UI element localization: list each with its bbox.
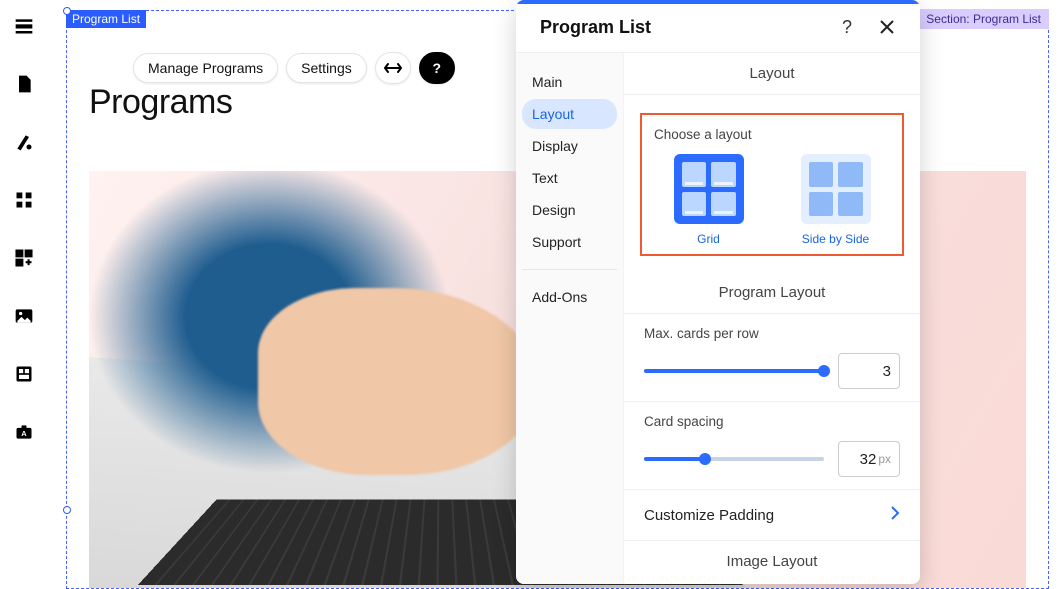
grid-caption: Grid bbox=[697, 232, 720, 246]
panel-help-icon[interactable]: ? bbox=[834, 14, 860, 40]
max-cards-slider[interactable] bbox=[644, 369, 824, 373]
card-spacing-field: Card spacing 32px bbox=[624, 402, 920, 490]
rail-theme-icon[interactable] bbox=[10, 128, 38, 156]
settings-panel: Program List ? Main Layout Display Text … bbox=[516, 0, 920, 584]
resize-handle[interactable] bbox=[63, 7, 71, 15]
selection-tag[interactable]: Program List bbox=[66, 10, 146, 28]
nav-text[interactable]: Text bbox=[522, 163, 617, 193]
max-cards-field: Max. cards per row 3 bbox=[624, 314, 920, 402]
panel-content: Layout Choose a layout Grid bbox=[624, 53, 920, 584]
panel-close-icon[interactable] bbox=[874, 14, 900, 40]
nav-design[interactable]: Design bbox=[522, 195, 617, 225]
nav-main[interactable]: Main bbox=[522, 67, 617, 97]
settings-button[interactable]: Settings bbox=[286, 53, 367, 83]
nav-divider bbox=[522, 269, 617, 270]
help-button[interactable]: ? bbox=[419, 52, 455, 84]
customize-padding-row[interactable]: Customize Padding bbox=[624, 490, 920, 541]
page-title: Programs bbox=[89, 83, 232, 122]
nav-addons[interactable]: Add-Ons bbox=[522, 282, 617, 312]
customize-padding-label: Customize Padding bbox=[644, 507, 774, 524]
section-tag[interactable]: Section: Program List bbox=[918, 9, 1049, 29]
grid-layout-icon bbox=[674, 154, 744, 224]
side-by-side-caption: Side by Side bbox=[802, 232, 869, 246]
choose-layout-label: Choose a layout bbox=[650, 127, 894, 142]
layout-section-heading: Layout bbox=[624, 53, 920, 95]
panel-header: Program List ? bbox=[516, 0, 920, 52]
editor-canvas: Program List Section: Program List Manag… bbox=[48, 0, 1059, 589]
layout-option-side-by-side[interactable]: Side by Side bbox=[781, 154, 890, 246]
rail-sections-icon[interactable] bbox=[10, 12, 38, 40]
left-icon-rail: A bbox=[0, 0, 48, 589]
panel-nav: Main Layout Display Text Design Support … bbox=[516, 53, 624, 584]
layout-option-grid[interactable]: Grid bbox=[654, 154, 763, 246]
manage-programs-button[interactable]: Manage Programs bbox=[133, 53, 278, 83]
nav-display[interactable]: Display bbox=[522, 131, 617, 161]
side-by-side-layout-icon bbox=[801, 154, 871, 224]
image-layout-heading: Image Layout bbox=[624, 541, 920, 582]
rail-layout-icon[interactable] bbox=[10, 360, 38, 388]
card-spacing-value-input[interactable]: 32px bbox=[838, 441, 900, 477]
max-cards-value-input[interactable]: 3 bbox=[838, 353, 900, 389]
rail-apps-icon[interactable] bbox=[10, 186, 38, 214]
nav-support[interactable]: Support bbox=[522, 227, 617, 257]
card-spacing-slider[interactable] bbox=[644, 457, 824, 461]
nav-layout[interactable]: Layout bbox=[522, 99, 617, 129]
rail-addmarket-icon[interactable] bbox=[10, 244, 38, 272]
rail-page-icon[interactable] bbox=[10, 70, 38, 98]
chevron-right-icon bbox=[890, 506, 900, 524]
resize-handle[interactable] bbox=[63, 506, 71, 514]
max-cards-label: Max. cards per row bbox=[644, 326, 900, 341]
card-spacing-label: Card spacing bbox=[644, 414, 900, 429]
stretch-button[interactable] bbox=[375, 52, 411, 84]
rail-media-icon[interactable] bbox=[10, 302, 38, 330]
rail-business-icon[interactable]: A bbox=[10, 418, 38, 446]
panel-title: Program List bbox=[540, 17, 651, 38]
floating-toolbar: Manage Programs Settings ? bbox=[133, 52, 455, 84]
program-layout-heading: Program Layout bbox=[624, 272, 920, 314]
layout-choice-highlight: Choose a layout Grid Side by bbox=[640, 113, 904, 256]
question-icon: ? bbox=[432, 60, 441, 76]
svg-text:A: A bbox=[21, 429, 27, 438]
